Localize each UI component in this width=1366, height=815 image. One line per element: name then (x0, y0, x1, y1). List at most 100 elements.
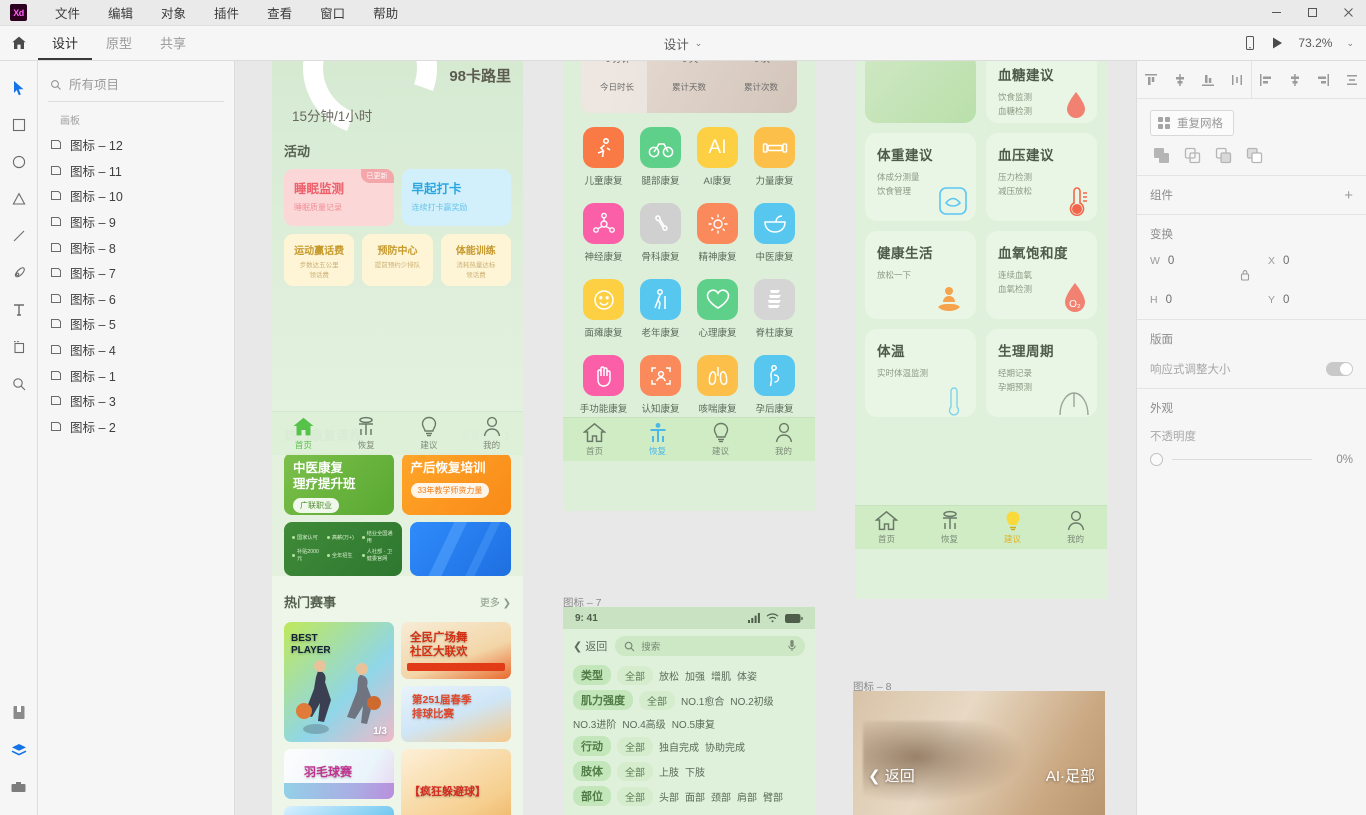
menu-item-window[interactable]: 窗口 (306, 0, 359, 25)
activity-card-prevention[interactable]: 预防中心 提前预约少排队 (362, 234, 433, 286)
y-field[interactable]: Y 0 (1268, 294, 1340, 306)
category-hand[interactable]: 手功能康复 (575, 355, 632, 415)
zoom-tool[interactable] (0, 365, 38, 402)
category-cognitive[interactable]: 认知康复 (632, 355, 689, 415)
add-component-button[interactable]: + (1344, 188, 1353, 203)
filter-option[interactable]: NO.5康复 (672, 716, 715, 731)
distribute-horizontal-icon[interactable] (1226, 69, 1248, 91)
layer-row-10[interactable]: 图标 – 1 (48, 362, 224, 388)
repeat-grid-button[interactable]: 重复网格 (1150, 110, 1234, 136)
category-mental[interactable]: 精神康复 (689, 203, 746, 263)
course-card-postnatal[interactable]: 产后恢复培训 33年教学师资力量 (401, 453, 511, 515)
course-card-tags[interactable]: 国家认可 高薪(万+) 结业全国通用 补贴2000元 全年招生 人社部 · 卫健… (284, 522, 402, 576)
x-field[interactable]: X 0 (1268, 255, 1340, 267)
responsive-resize-toggle[interactable] (1326, 362, 1353, 376)
tabbar-item-home[interactable]: 首页 (272, 416, 335, 451)
advice-card-spo2[interactable]: 血氧饱和度 连续血氧 血氧检测 O₂ (986, 231, 1097, 319)
course-card-blue[interactable] (409, 522, 511, 576)
zoom-level[interactable]: 73.2% (1298, 36, 1332, 50)
layer-row-6[interactable]: 图标 – 7 (48, 260, 224, 286)
tabbar-item-advice[interactable]: 建议 (981, 510, 1044, 545)
select-tool[interactable] (0, 69, 38, 106)
filter-all[interactable]: 全部 (617, 736, 653, 756)
poster-basketball[interactable]: BEST PLAYER 1/3 (284, 622, 394, 742)
activity-card-checkin[interactable]: 早起打卡 连续打卡赢奖励 (401, 169, 511, 226)
advice-card-blood-sugar[interactable]: 血糖建议 饮食监测 血糖检测 (986, 61, 1097, 123)
tab-prototype[interactable]: 原型 (92, 26, 146, 60)
layer-row-2[interactable]: 图标 – 11 (48, 158, 224, 184)
opacity-slider-handle[interactable] (1150, 453, 1163, 466)
layer-row-3[interactable]: 图标 – 10 (48, 183, 224, 209)
tab-design[interactable]: 设计 (38, 26, 93, 60)
exclude-overlap-icon[interactable] (1246, 147, 1263, 164)
category-ortho[interactable]: 骨科康复 (632, 203, 689, 263)
rectangle-tool[interactable] (0, 106, 38, 143)
filter-option[interactable]: NO.1愈合 (681, 693, 724, 708)
menu-item-help[interactable]: 帮助 (359, 0, 412, 25)
tabbar-item-home[interactable]: 首页 (855, 510, 918, 545)
layer-row-9[interactable]: 图标 – 4 (48, 337, 224, 363)
layer-row-12[interactable]: 图标 – 2 (48, 414, 224, 440)
filter-option[interactable]: 放松 (659, 668, 679, 683)
document-title[interactable]: 设计 (664, 34, 689, 53)
category-facial[interactable]: 面瘫康复 (575, 279, 632, 339)
layer-row-11[interactable]: 图标 – 3 (48, 388, 224, 414)
activity-card-fitness[interactable]: 体能训练 消耗热量达标 领话费 (440, 234, 511, 286)
align-top-icon[interactable] (1140, 69, 1162, 91)
libraries-panel-icon[interactable] (0, 768, 38, 805)
menu-item-object[interactable]: 对象 (147, 0, 200, 25)
close-icon[interactable] (1330, 0, 1366, 26)
artboard-tool[interactable] (0, 328, 38, 365)
filter-option[interactable]: NO.4高级 (622, 716, 665, 731)
home-icon[interactable] (0, 26, 38, 60)
activity-card-phonebill[interactable]: 运动赢话费 步数达五公里 领话费 (284, 234, 355, 286)
menu-item-plugins[interactable]: 插件 (200, 0, 253, 25)
artboard-recovery[interactable]: 0分钟 今日时长 0天 累计天数 0次 累计次数 (563, 61, 815, 511)
maximize-icon[interactable] (1294, 0, 1330, 26)
microphone-icon[interactable] (788, 640, 796, 652)
filter-option[interactable]: 头部 (659, 789, 679, 804)
advice-card-image[interactable] (865, 61, 976, 123)
events-section-more[interactable]: 更多 ❯ (480, 594, 511, 609)
design-canvas[interactable]: 98卡路里 15分钟/1小时 活动 已更新 睡眠监测 睡眠质量记录 早起打卡 连… (235, 61, 1136, 815)
category-postnatal[interactable]: 孕后康复 (746, 355, 803, 415)
ellipse-tool[interactable] (0, 143, 38, 180)
align-left-icon[interactable] (1255, 69, 1277, 91)
height-field[interactable]: H 0 (1150, 294, 1222, 306)
poster-badminton[interactable]: 羽毛球赛 (284, 749, 394, 799)
layer-row-5[interactable]: 图标 – 8 (48, 234, 224, 260)
filter-option[interactable]: 上肢 (659, 764, 679, 779)
distribute-vertical-icon[interactable] (1341, 69, 1363, 91)
layer-row-8[interactable]: 图标 – 5 (48, 311, 224, 337)
layer-row-1[interactable]: 图标 – 12 (48, 132, 224, 158)
filter-option[interactable]: NO.3进阶 (573, 716, 616, 731)
poster-dodgeball[interactable]: 【疯狂躲避球】 (401, 749, 511, 815)
pen-tool[interactable] (0, 254, 38, 291)
category-spine[interactable]: 脊柱康复 (746, 279, 803, 339)
advice-card-cycle[interactable]: 生理周期 经期记录 孕期预测 (986, 329, 1097, 417)
category-lung[interactable]: 咳喘康复 (689, 355, 746, 415)
activity-card-sleep[interactable]: 已更新 睡眠监测 睡眠质量记录 (284, 169, 394, 226)
artboard-filter-list[interactable]: 9: 41 ❮ 返回 搜索 类型 全部 放松 加强 增肌 体姿 肌力强度 全部 … (563, 607, 815, 815)
minimize-icon[interactable] (1258, 0, 1294, 26)
filter-option[interactable]: 面部 (685, 789, 705, 804)
align-right-icon[interactable] (1312, 69, 1334, 91)
category-elderly[interactable]: 老年康复 (632, 279, 689, 339)
search-input[interactable]: 搜索 (615, 636, 805, 656)
tabbar-item-advice[interactable]: 建议 (398, 416, 461, 451)
advice-card-weight[interactable]: 体重建议 体成分测量 饮食管理 (865, 133, 976, 221)
category-tcm[interactable]: 中医康复 (746, 203, 803, 263)
category-leg[interactable]: 腿部康复 (632, 127, 689, 187)
filter-option[interactable]: 肩部 (737, 789, 757, 804)
course-card-tcm[interactable]: 中医康复 理疗提升班 广联职业 (284, 453, 394, 515)
filter-option[interactable]: 独自完成 (659, 739, 699, 754)
add-icon[interactable] (1153, 147, 1170, 164)
subtract-icon[interactable] (1184, 147, 1201, 164)
chevron-down-icon[interactable]: ⌄ (695, 38, 703, 49)
filter-option[interactable]: 协助完成 (705, 739, 745, 754)
play-icon[interactable] (1271, 36, 1284, 50)
menu-item-view[interactable]: 查看 (253, 0, 306, 25)
tabbar-item-mine[interactable]: 我的 (1044, 510, 1107, 545)
filter-all[interactable]: 全部 (639, 690, 675, 710)
filter-all[interactable]: 全部 (617, 786, 653, 806)
